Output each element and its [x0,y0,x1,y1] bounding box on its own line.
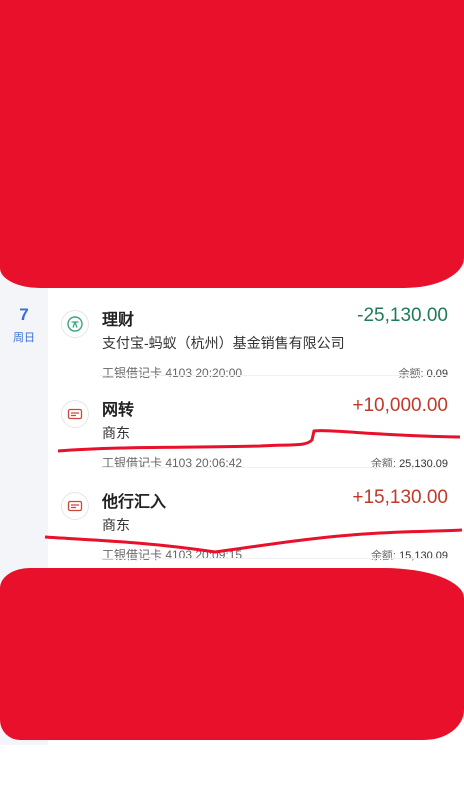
transaction-counterparty: 支付宝-蚂蚁（杭州）基金销售有限公司 [102,335,345,351]
transaction-title: 网转 [102,402,135,419]
transaction-counterparty: 商东 [102,517,130,533]
transfer-icon [61,400,89,428]
date-weekday: 周日 [13,332,35,344]
wealth-icon [61,310,89,338]
transaction-title: 理财 [102,312,135,329]
transaction-row[interactable]: 他行汇入 商东 工银借记卡 4103 20:09:15 +15,130.00 余… [48,482,464,574]
redaction-bottom [0,568,464,740]
balance-value: 0.09 [426,368,448,380]
transaction-account: 工银借记卡 4103 20:06:42 [102,456,243,470]
transaction-balance: 余额: 25,130.09 [371,455,448,471]
transfer-icon [61,492,89,520]
balance-value: 15,130.09 [399,550,448,562]
transaction-row[interactable]: 网转 商东 工银借记卡 4103 20:06:42 +10,000.00 余额:… [48,390,464,482]
transaction-counterparty: 商东 [102,425,130,441]
balance-label: 余额: [370,550,396,562]
transaction-title: 他行汇入 [102,494,167,511]
row-divider [100,467,448,468]
date-group-7: 7 周日 [0,305,48,345]
transaction-row[interactable]: 理财 支付宝-蚂蚁（杭州）基金销售有限公司 工银借记卡 4103 20:20:0… [48,300,464,392]
transaction-amount: +15,130.00 [352,487,448,508]
row-divider [100,375,448,376]
transaction-amount: +10,000.00 [352,395,448,416]
redaction-top [0,0,464,288]
page-bottom [0,745,464,800]
transaction-balance: 余额: 15,130.09 [371,547,448,563]
balance-label: 余额: [370,458,396,470]
date-day: 7 [19,305,29,324]
transaction-amount: -25,130.00 [357,305,448,326]
transaction-account: 工银借记卡 4103 20:09:15 [102,548,243,562]
balance-value: 25,130.09 [399,458,448,470]
transaction-balance: 余额: 0.09 [398,365,448,381]
row-divider [100,558,448,559]
transaction-account: 工银借记卡 4103 20:20:00 [102,366,243,380]
balance-label: 余额: [398,368,424,380]
